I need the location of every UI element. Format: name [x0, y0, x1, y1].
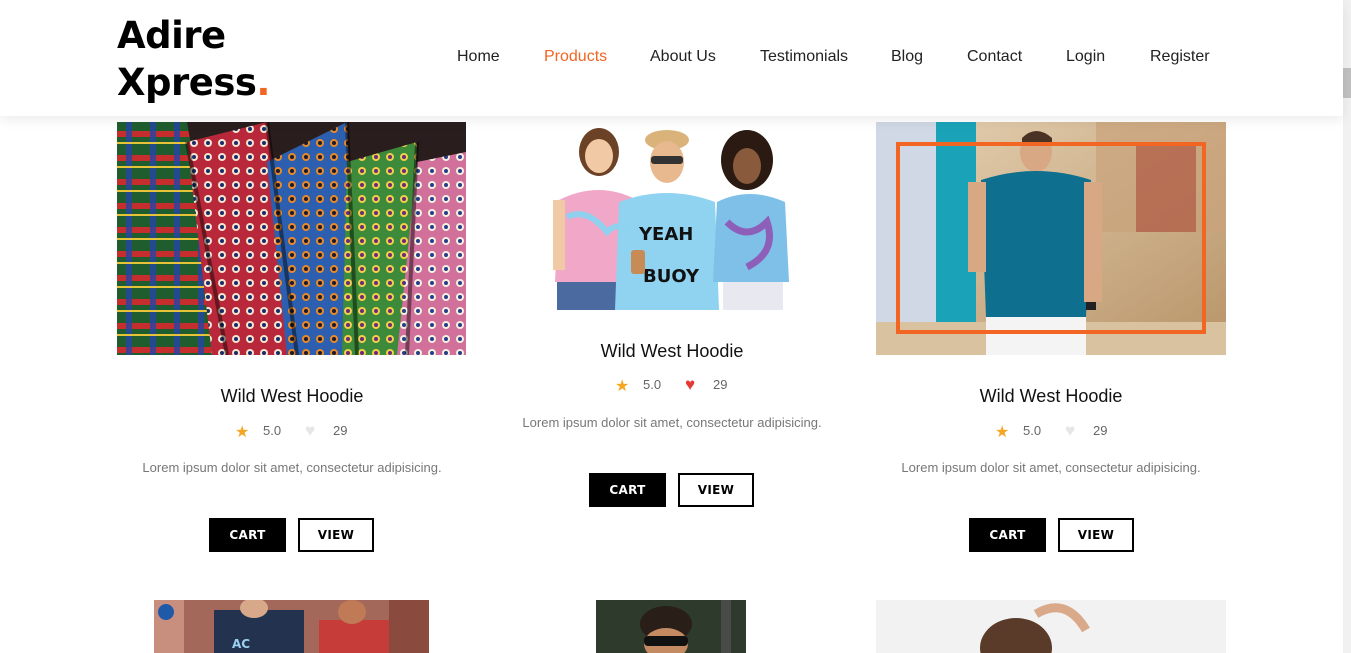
likes-count: 29 [1093, 423, 1108, 438]
main-nav: Home Products About Us Testimonials Blog… [0, 48, 1343, 72]
product-description: Lorem ipsum dolor sit amet, consectetur … [522, 415, 822, 430]
product-title[interactable]: Wild West Hoodie [497, 341, 847, 362]
view-button[interactable]: VIEW [678, 473, 754, 507]
likes-count: 29 [333, 423, 348, 438]
cart-button[interactable]: CART [209, 518, 286, 552]
star-icon: ★ [615, 378, 630, 395]
nav-item-login[interactable]: Login [1066, 48, 1105, 66]
product-meta: ★ 5.0 ♥ 29 [876, 421, 1226, 441]
star-icon: ★ [995, 424, 1010, 441]
rating-value: 5.0 [643, 377, 662, 392]
product-meta: ★ 5.0 ♥ 29 [497, 375, 847, 395]
star-icon: ★ [235, 424, 250, 441]
cart-button[interactable]: CART [969, 518, 1046, 552]
view-button[interactable]: VIEW [1058, 518, 1134, 552]
product-image-teal-tshirt[interactable] [876, 122, 1226, 355]
product-description: Lorem ipsum dolor sit amet, consectetur … [901, 460, 1201, 475]
products-page: Adire Xpress. Home Products About Us Tes… [0, 0, 1351, 653]
product-title[interactable]: Wild West Hoodie [117, 386, 467, 407]
nav-item-testimonials[interactable]: Testimonials [760, 48, 848, 66]
nav-item-home[interactable]: Home [457, 48, 500, 66]
rating-value: 5.0 [1023, 423, 1042, 438]
svg-text:AC: AC [232, 637, 250, 651]
cart-button[interactable]: CART [589, 473, 666, 507]
heart-icon[interactable]: ♥ [305, 421, 315, 441]
nav-item-blog[interactable]: Blog [891, 48, 923, 66]
heart-icon[interactable]: ♥ [1065, 421, 1075, 441]
product-image-neckties[interactable] [117, 122, 466, 355]
nav-item-register[interactable]: Register [1150, 48, 1210, 66]
page-scrollbar[interactable] [1343, 0, 1351, 653]
product-image-woman-hair[interactable] [876, 600, 1226, 653]
heart-icon[interactable]: ♥ [685, 375, 695, 395]
product-title[interactable]: Wild West Hoodie [876, 386, 1226, 407]
site-header: Adire Xpress. Home Products About Us Tes… [0, 0, 1343, 116]
product-image-tie-dye-group[interactable]: YEAH BUOY [537, 122, 798, 310]
rating-value: 5.0 [263, 423, 282, 438]
nav-item-contact[interactable]: Contact [967, 48, 1022, 66]
product-description: Lorem ipsum dolor sit amet, consectetur … [142, 460, 442, 475]
product-image-sunglasses-man[interactable] [596, 600, 746, 653]
likes-count: 29 [713, 377, 728, 392]
nav-item-about-us[interactable]: About Us [650, 48, 716, 66]
nav-item-products[interactable]: Products [544, 48, 607, 66]
svg-text:BUOY: BUOY [643, 266, 700, 287]
view-button[interactable]: VIEW [298, 518, 374, 552]
product-meta: ★ 5.0 ♥ 29 [117, 421, 467, 441]
product-image-street-couple[interactable]: AC [154, 600, 429, 653]
scrollbar-thumb[interactable] [1343, 68, 1351, 98]
svg-text:YEAH: YEAH [638, 224, 693, 245]
